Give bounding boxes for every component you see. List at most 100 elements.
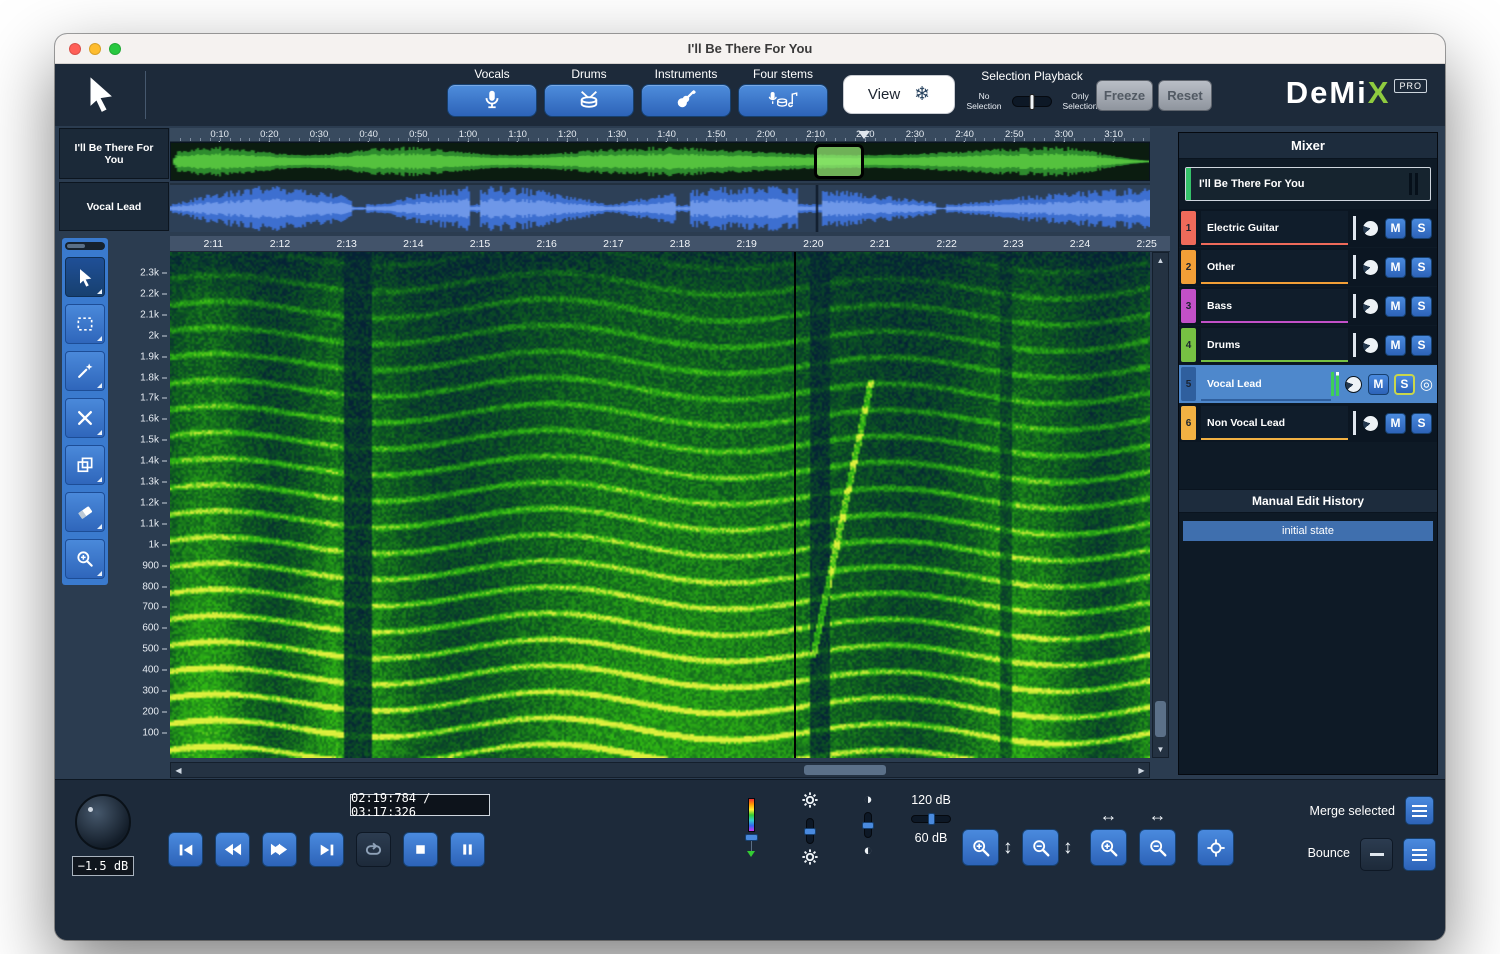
mixer-track-electric-guitar[interactable]: 1Electric GuitarMS — [1179, 209, 1437, 247]
loop-selection-region[interactable] — [814, 144, 865, 179]
copy-tool[interactable] — [65, 445, 105, 485]
gear-icon[interactable] — [802, 792, 818, 813]
volume-knob[interactable] — [75, 794, 131, 850]
magic-wand-tool[interactable] — [65, 351, 105, 391]
maximize-window-button[interactable] — [109, 43, 121, 55]
focus-target-icon[interactable]: ◎ — [1420, 377, 1433, 392]
spectrogram-canvas[interactable] — [170, 252, 1150, 758]
solo-button[interactable]: S — [1411, 296, 1432, 317]
mute-button[interactable]: M — [1385, 218, 1406, 239]
horizontal-scrollbar[interactable]: ◀ ▶ — [170, 762, 1150, 778]
mixer-track-non-vocal-lead[interactable]: 6Non Vocal LeadMS — [1179, 404, 1437, 442]
pan-knob[interactable] — [1362, 298, 1379, 315]
mixer-track-drums[interactable]: 4DrumsMS — [1179, 326, 1437, 364]
pan-knob[interactable] — [1362, 220, 1379, 237]
zoom-out-vertical-button[interactable] — [1022, 829, 1059, 866]
scroll-left-icon[interactable]: ◀ — [171, 763, 186, 777]
vertical-scrollbar-thumb[interactable] — [1155, 701, 1166, 737]
menu-icon — [1412, 854, 1427, 856]
selection-playback-slider-knob[interactable] — [1030, 94, 1035, 110]
pan-knob[interactable] — [1345, 376, 1362, 393]
minimize-window-button[interactable] — [89, 43, 101, 55]
vertical-zoom-arrow-icon[interactable]: ↕ — [1063, 829, 1073, 866]
scroll-right-icon[interactable]: ▶ — [1134, 763, 1149, 777]
scroll-down-icon[interactable]: ▼ — [1153, 742, 1168, 757]
bounce-remove-button[interactable] — [1360, 838, 1393, 871]
zoom-in-horizontal-button[interactable] — [1090, 829, 1127, 866]
solo-button[interactable]: S — [1411, 257, 1432, 278]
spectrogram-playhead[interactable] — [794, 252, 796, 758]
zoom-tool[interactable] — [65, 539, 105, 579]
db-range-slider-handle[interactable] — [928, 813, 935, 825]
song-time-ruler[interactable]: 0:100:200:300:400:501:001:101:201:301:40… — [170, 128, 1150, 142]
brightness-slider-handle[interactable] — [804, 828, 816, 835]
go-to-start-button[interactable] — [168, 832, 203, 867]
vertical-scrollbar[interactable]: ▲ ▼ — [1152, 252, 1169, 758]
horizontal-zoom-arrow-icon[interactable]: ↔ — [1090, 806, 1127, 824]
pan-knob[interactable] — [1362, 259, 1379, 276]
mixer-track-bass[interactable]: 3BassMS — [1179, 287, 1437, 325]
mute-button[interactable]: M — [1385, 413, 1406, 434]
separate-instruments-button[interactable] — [641, 84, 731, 117]
cut-x-tool[interactable] — [65, 398, 105, 438]
four-stems-icon — [768, 88, 798, 113]
colormap-slider[interactable] — [745, 798, 757, 864]
vocal-lead-waveform[interactable] — [170, 183, 1150, 232]
pan-knob[interactable] — [1362, 337, 1379, 354]
contrast-icon[interactable]: ◐ — [863, 843, 872, 858]
horizontal-zoom-arrow-icon[interactable]: ↔ — [1139, 806, 1176, 824]
mixer-track-other[interactable]: 2OtherMS — [1179, 248, 1437, 286]
master-track-row[interactable]: I'll Be There For You — [1185, 167, 1431, 201]
loop-button[interactable] — [356, 832, 391, 867]
reset-button[interactable]: Reset — [1158, 80, 1212, 111]
mixer-track-vocal-lead[interactable]: 5Vocal LeadMS◎ — [1179, 365, 1437, 403]
pause-button[interactable] — [450, 832, 485, 867]
pointer-tool[interactable] — [65, 257, 105, 297]
separate-vocals-button[interactable] — [447, 84, 537, 117]
song-overview-waveform[interactable] — [170, 142, 1150, 181]
solo-button[interactable]: S — [1411, 413, 1432, 434]
merge-menu-button[interactable] — [1405, 796, 1434, 825]
close-window-button[interactable] — [69, 43, 81, 55]
spectrogram-view[interactable] — [170, 252, 1150, 758]
marquee-select-tool[interactable] — [65, 304, 105, 344]
stop-button[interactable] — [403, 832, 438, 867]
spectrogram-time-ruler[interactable]: 2:112:122:132:142:152:162:172:182:192:20… — [170, 236, 1170, 252]
zoom-in-vertical-button[interactable] — [962, 829, 999, 866]
palette-scrollbar[interactable] — [65, 242, 105, 250]
mute-button[interactable]: M — [1385, 335, 1406, 356]
go-to-end-button[interactable] — [309, 832, 344, 867]
solo-button[interactable]: S — [1394, 374, 1415, 395]
db-range-slider[interactable] — [911, 815, 951, 823]
brightness-slider[interactable] — [806, 818, 814, 844]
vertical-zoom-arrow-icon[interactable]: ↕ — [1003, 829, 1013, 866]
separate-drums-button[interactable] — [544, 84, 634, 117]
mute-button[interactable]: M — [1385, 257, 1406, 278]
track-level-meter — [1353, 255, 1356, 279]
zoom-to-selection-button[interactable] — [1197, 829, 1234, 866]
eraser-tool[interactable] — [65, 492, 105, 532]
mute-button[interactable]: M — [1385, 296, 1406, 317]
solo-button[interactable]: S — [1411, 218, 1432, 239]
fast-forward-button[interactable] — [262, 832, 297, 867]
separate-four-stems-button[interactable] — [738, 84, 828, 117]
spectrogram-ruler-tick: 2:21 — [870, 238, 890, 250]
history-item[interactable]: initial state — [1183, 521, 1433, 541]
ruler-playhead-marker[interactable] — [858, 131, 870, 139]
view-button[interactable]: View ❄ — [843, 75, 955, 114]
gear-icon[interactable] — [802, 849, 818, 870]
freeze-button[interactable]: Freeze — [1096, 80, 1153, 111]
rewind-button[interactable] — [215, 832, 250, 867]
colormap-slider-handle[interactable] — [745, 834, 758, 841]
contrast-slider[interactable] — [864, 812, 872, 838]
contrast-icon[interactable]: ◑ — [863, 792, 872, 807]
bounce-menu-button[interactable] — [1403, 838, 1436, 871]
contrast-slider-handle[interactable] — [862, 822, 874, 829]
selection-playback-slider[interactable] — [1012, 96, 1052, 107]
scroll-up-icon[interactable]: ▲ — [1153, 253, 1168, 268]
mute-button[interactable]: M — [1368, 374, 1389, 395]
solo-button[interactable]: S — [1411, 335, 1432, 356]
horizontal-scrollbar-thumb[interactable] — [804, 765, 886, 775]
zoom-out-horizontal-button[interactable] — [1139, 829, 1176, 866]
pan-knob[interactable] — [1362, 415, 1379, 432]
